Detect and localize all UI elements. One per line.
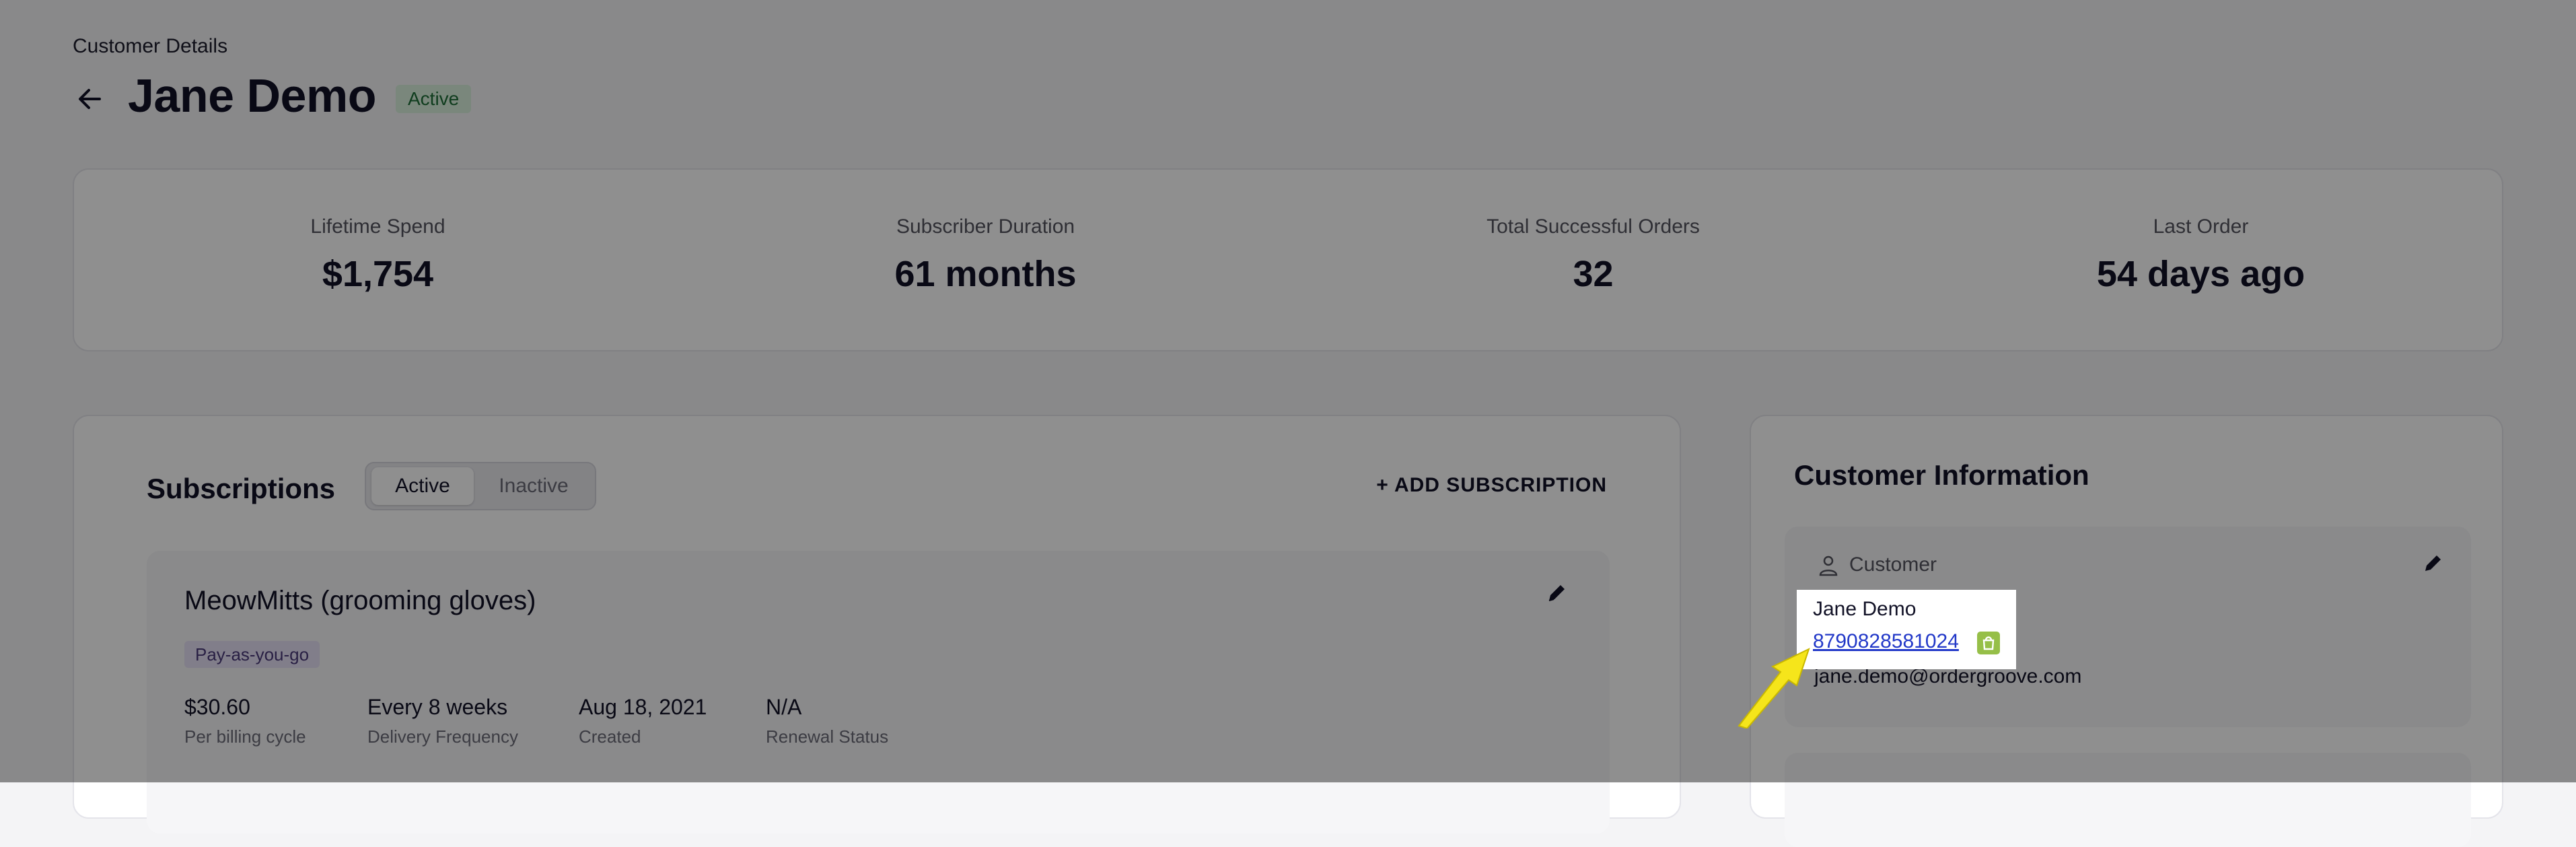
page-title: Jane Demo [128,69,376,122]
stat-label: Lifetime Spend [310,215,445,238]
stat-label: Subscriber Duration [896,215,1075,238]
meta-value: Aug 18, 2021 [579,695,707,719]
add-subscription-button[interactable]: + ADD SUBSCRIPTION [1376,474,1607,497]
stat-value: 54 days ago [2096,254,2305,294]
status-badge: Active [396,85,472,113]
meta-value: N/A [766,695,802,719]
stats-card: Lifetime Spend $1,754 Subscriber Duratio… [73,168,2503,351]
callout-arrow-icon [1738,648,1810,729]
stat-label: Total Successful Orders [1487,215,1700,238]
arrow-left-icon[interactable] [73,82,106,116]
meta-renewal-status: N/A Renewal Status [766,695,888,747]
meta-created: Aug 18, 2021 Created [579,695,707,747]
customer-details-page: Customer Details Jane Demo Active Lifeti… [0,0,2576,847]
subscriptions-title: Subscriptions [147,473,336,504]
subscription-status-toggle: Active Inactive [365,462,596,510]
page-eyebrow: Customer Details [73,35,228,57]
meta-value: $30.60 [184,695,250,719]
stat-value: 61 months [894,254,1077,294]
customer-name: Jane Demo [1813,598,1917,620]
meta-price: $30.60 Per billing cycle [184,695,306,747]
subscription-item: MeowMitts (grooming gloves) Pay-as-you-g… [147,551,1610,834]
customer-phone-link[interactable]: 8790828581024 [1813,630,1959,653]
stat-value: 32 [1573,254,1614,294]
meta-label: Delivery Frequency [367,726,518,747]
subscription-product-name: MeowMitts (grooming gloves) [184,586,536,615]
shopify-bag-icon[interactable] [1977,632,2000,654]
person-icon [1819,555,1838,576]
pencil-edit-icon[interactable] [1545,582,1568,605]
meta-label: Created [579,726,641,747]
customer-section-label: Customer [1849,553,1937,576]
highlighted-customer-contact: Jane Demo 8790828581024 [1797,590,2016,669]
stat-label: Last Order [2153,215,2249,238]
tab-inactive[interactable]: Inactive [476,467,591,505]
stat-value: $1,754 [322,254,434,294]
meta-label: Per billing cycle [184,726,306,747]
next-info-section [1785,753,2471,847]
subscriptions-card: Subscriptions Active Inactive + ADD SUBS… [73,415,1681,834]
customer-info-title: Customer Information [1794,459,2089,491]
pencil-edit-icon[interactable] [2421,552,2444,575]
billing-type-badge: Pay-as-you-go [184,641,320,668]
meta-value: Every 8 weeks [367,695,508,719]
meta-label: Renewal Status [766,726,889,747]
tab-active[interactable]: Active [371,467,474,505]
meta-frequency: Every 8 weeks Delivery Frequency [367,695,518,747]
